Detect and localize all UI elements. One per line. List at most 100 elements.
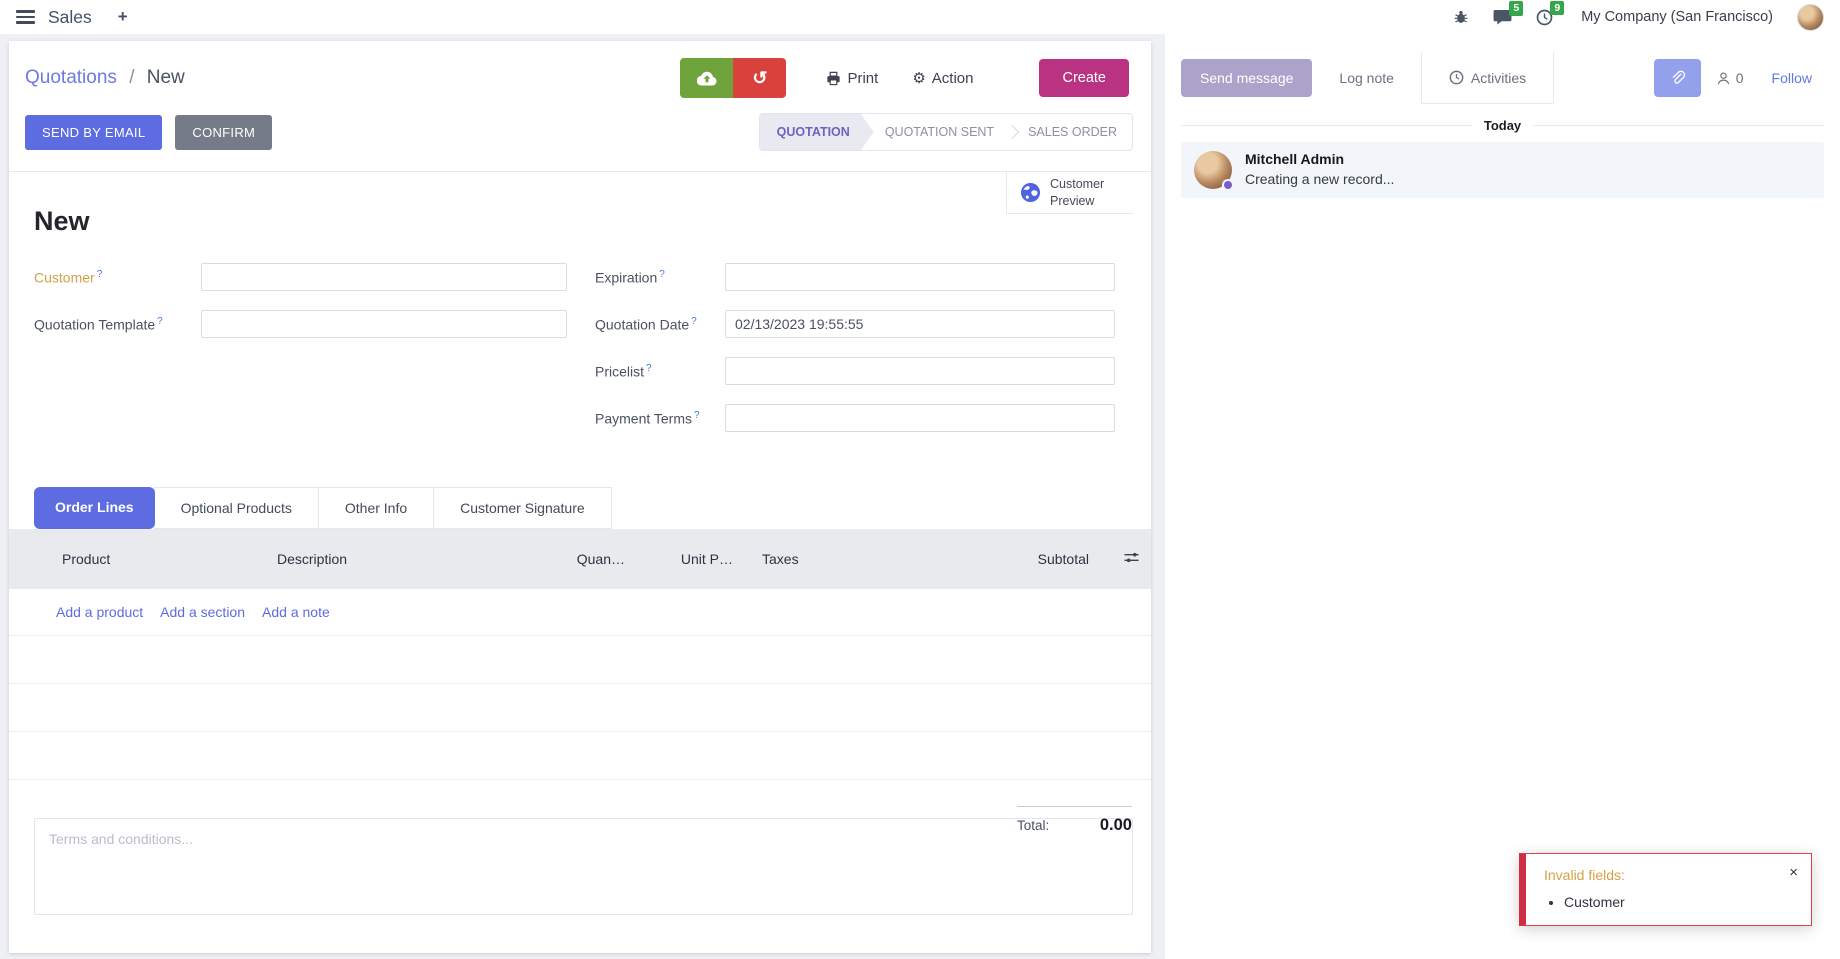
send-message-button[interactable]: Send message — [1181, 59, 1312, 97]
payment-terms-label: Payment Terms? — [595, 410, 725, 427]
breadcrumb: Quotations / New — [25, 67, 185, 89]
field-quotation-date: Quotation Date? — [595, 310, 1133, 338]
customer-preview-button[interactable]: Customer Preview — [1006, 172, 1133, 214]
pricelist-label: Pricelist? — [595, 363, 725, 380]
debug-bug-icon[interactable] — [1453, 9, 1469, 25]
add-line-row: Add a product Add a section Add a note — [9, 589, 1151, 636]
date-divider-label: Today — [1484, 118, 1521, 133]
divider — [1553, 52, 1554, 104]
add-a-note-link[interactable]: Add a note — [262, 604, 330, 620]
add-a-product-link[interactable]: Add a product — [56, 604, 143, 620]
apps-menu-icon[interactable] — [16, 10, 35, 24]
help-icon: ? — [157, 316, 163, 327]
empty-line-row — [9, 636, 1151, 684]
total-value: 0.00 — [1100, 816, 1132, 835]
statusbar-step-sales-order[interactable]: SALES ORDER — [1013, 114, 1132, 150]
print-label: Print — [847, 70, 878, 87]
quotation-date-input[interactable] — [725, 310, 1115, 338]
clock-icon — [1449, 70, 1464, 85]
statusbar-step-quotation[interactable]: QUOTATION — [760, 114, 874, 150]
empty-line-row — [9, 684, 1151, 732]
breadcrumb-quotations[interactable]: Quotations — [25, 67, 117, 88]
field-pricelist: Pricelist? — [595, 357, 1133, 385]
person-icon — [1716, 71, 1731, 86]
help-icon: ? — [646, 363, 652, 374]
breadcrumb-current: New — [147, 67, 185, 88]
top-navbar: Sales + 5 9 My Company (San Francisco) — [0, 0, 1840, 34]
messages-badge: 5 — [1509, 1, 1523, 16]
action-menu[interactable]: ⚙ Action — [912, 69, 973, 87]
expiration-input[interactable] — [725, 263, 1115, 291]
activities-badge: 9 — [1550, 1, 1564, 16]
column-unit-price[interactable]: Unit P… — [625, 551, 733, 567]
tab-other-info[interactable]: Other Info — [318, 487, 434, 529]
tab-order-lines[interactable]: Order Lines — [34, 487, 155, 529]
bug-icon — [1453, 9, 1469, 25]
tab-optional-products[interactable]: Optional Products — [154, 487, 319, 529]
print-menu[interactable]: Print — [826, 70, 878, 87]
column-taxes[interactable]: Taxes — [733, 551, 943, 567]
column-product[interactable]: Product — [9, 551, 277, 567]
followers-count: 0 — [1736, 70, 1744, 86]
form-sheet: Customer Preview New Customer? Quotation… — [9, 171, 1151, 479]
attach-files-button[interactable] — [1654, 59, 1701, 97]
column-quantity[interactable]: Quan… — [472, 551, 625, 567]
invalid-fields-toast: Invalid fields: × Customer — [1519, 853, 1812, 926]
chatter-topbar: Send message Log note Activities 0 — [1165, 34, 1840, 104]
field-quotation-template: Quotation Template? — [34, 310, 574, 338]
help-icon: ? — [691, 316, 697, 327]
close-icon[interactable]: × — [1789, 864, 1798, 881]
add-a-section-link[interactable]: Add a section — [160, 604, 245, 620]
action-label: Action — [932, 70, 974, 87]
statusbar-step-quotation-sent[interactable]: QUOTATION SENT — [870, 114, 1009, 150]
activities-button[interactable]: 9 — [1536, 9, 1553, 26]
column-description[interactable]: Description — [277, 551, 472, 567]
optional-columns-icon[interactable] — [1123, 550, 1140, 568]
presence-dot — [1222, 179, 1234, 191]
discard-changes-button[interactable]: ↺ — [733, 58, 786, 98]
create-button[interactable]: Create — [1039, 59, 1129, 97]
customer-label: Customer? — [34, 269, 201, 286]
send-by-email-button[interactable]: SEND BY EMAIL — [25, 115, 162, 150]
total-label: Total: — [1017, 818, 1049, 833]
quotation-template-input[interactable] — [201, 310, 567, 338]
save-discard-group: ↺ — [680, 58, 786, 98]
field-customer: Customer? — [34, 263, 574, 291]
workspace: Quotations / New ↺ — [0, 34, 1840, 959]
date-divider: Today — [1181, 118, 1824, 133]
terms-and-conditions-input[interactable] — [49, 831, 978, 902]
help-icon: ? — [97, 269, 103, 280]
message-author[interactable]: Mitchell Admin — [1245, 151, 1394, 167]
payment-terms-input[interactable] — [725, 404, 1115, 432]
schedule-activity-button[interactable]: Activities — [1422, 52, 1553, 104]
field-expiration: Expiration? — [595, 263, 1133, 291]
customer-input[interactable] — [201, 263, 567, 291]
help-icon: ? — [694, 410, 700, 421]
quotation-date-label: Quotation Date? — [595, 316, 725, 333]
message-avatar[interactable] — [1194, 151, 1232, 189]
tab-customer-signature[interactable]: Customer Signature — [433, 487, 612, 529]
column-subtotal[interactable]: Subtotal — [943, 551, 1151, 567]
save-record-button[interactable] — [680, 58, 733, 98]
control-panel: Quotations / New ↺ — [9, 41, 1151, 108]
user-avatar[interactable] — [1797, 4, 1824, 31]
undo-icon: ↺ — [752, 68, 767, 89]
confirm-button[interactable]: CONFIRM — [175, 115, 272, 150]
breadcrumb-separator: / — [129, 67, 134, 88]
app-menu-sales[interactable]: Sales — [48, 7, 92, 28]
help-icon: ? — [659, 269, 665, 280]
log-note-button[interactable]: Log note — [1339, 70, 1394, 86]
follow-button[interactable]: Follow — [1772, 70, 1812, 86]
terms-and-total-section: Total: 0.00 — [34, 818, 1133, 915]
order-lines-header: Product Description Quan… Unit P… Taxes … — [9, 529, 1151, 589]
messages-button[interactable]: 5 — [1493, 9, 1512, 25]
paperclip-icon — [1670, 70, 1685, 86]
followers-button[interactable]: 0 — [1716, 70, 1744, 86]
pricelist-input[interactable] — [725, 357, 1115, 385]
field-grid: Customer? Quotation Template? Expiration… — [9, 263, 1151, 479]
new-tab-button[interactable]: + — [118, 7, 128, 27]
chatter-message: Mitchell Admin Creating a new record... — [1181, 142, 1824, 198]
company-switcher[interactable]: My Company (San Francisco) — [1581, 9, 1773, 25]
empty-line-row — [9, 732, 1151, 780]
notebook-tabs: Order Lines Optional Products Other Info… — [9, 487, 1151, 529]
